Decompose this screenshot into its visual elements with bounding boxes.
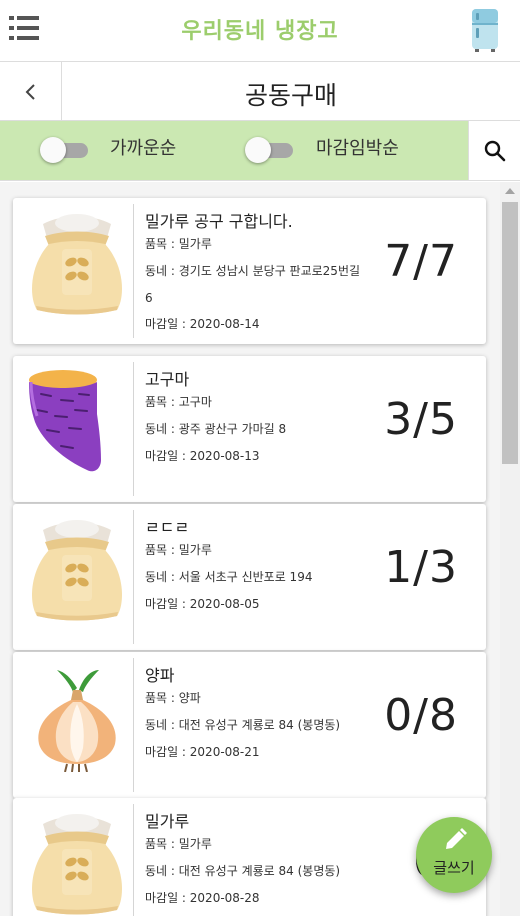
toggle-knob — [40, 137, 66, 163]
post-area: 동네 : 서울 서초구 신반포로 194 — [145, 570, 313, 584]
flour-sack-image — [21, 806, 133, 916]
search-icon — [484, 140, 505, 161]
fridge-icon[interactable] — [470, 8, 500, 52]
participant-count: 7/7 — [384, 236, 458, 287]
sort-deadline-label: 마감임박순 — [316, 138, 399, 159]
card-divider — [133, 510, 134, 644]
post-list: 밀가루 공구 구합니다. 품목 : 밀가루 동네 : 경기도 성남시 분당구 판… — [0, 182, 500, 916]
write-post-button[interactable]: 글쓰기 — [416, 817, 492, 893]
post-area: 동네 : 경기도 성남시 분당구 판교로25번길 — [145, 264, 361, 278]
pencil-icon — [446, 828, 467, 849]
sort-nearest-toggle[interactable] — [40, 137, 88, 163]
post-item: 품목 : 밀가루 — [145, 237, 212, 251]
sort-deadline-toggle[interactable] — [245, 137, 293, 163]
post-title: 밀가루 — [145, 812, 190, 831]
post-area: 동네 : 대전 유성구 계룡로 84 (봉명동) — [145, 864, 341, 878]
app-root: 우리동네 냉장고 공동구매 가까운순 마감임박순 밀가루 공구 구합니다. 품목… — [0, 0, 520, 916]
chevron-left-icon — [25, 83, 35, 100]
app-header: 우리동네 냉장고 — [0, 0, 520, 58]
flour-sack-image — [21, 206, 133, 318]
sub-header: 공동구매 — [0, 61, 520, 121]
card-divider — [133, 804, 134, 916]
back-button[interactable] — [0, 62, 62, 121]
post-title: 밀가루 공구 구합니다. — [145, 212, 293, 231]
post-title: ㄹㄷㄹ — [145, 518, 190, 537]
post-deadline: 마감일 : 2020-08-14 — [145, 317, 260, 331]
app-title: 우리동네 냉장고 — [181, 19, 339, 44]
post-deadline: 마감일 : 2020-08-05 — [145, 597, 260, 611]
participant-count: 1/3 — [384, 542, 458, 593]
filter-bar: 가까운순 마감임박순 — [0, 121, 520, 181]
post-area: 동네 : 광주 광산구 가마길 8 — [145, 422, 287, 436]
page-title: 공동구매 — [244, 81, 337, 110]
post-title: 고구마 — [145, 370, 190, 389]
post-card[interactable]: 밀가루 공구 구합니다. 품목 : 밀가루 동네 : 경기도 성남시 분당구 판… — [13, 198, 486, 344]
post-item: 품목 : 고구마 — [145, 395, 212, 409]
post-item: 품목 : 양파 — [145, 691, 201, 705]
onion-image — [21, 660, 133, 772]
post-area-cont: 6 — [145, 291, 153, 305]
flour-sack-image — [21, 512, 133, 624]
search-button[interactable] — [468, 121, 520, 180]
list-scrollbar[interactable] — [500, 182, 520, 916]
post-area: 동네 : 대전 유성구 계룡로 84 (봉명동) — [145, 718, 341, 732]
post-item: 품목 : 밀가루 — [145, 837, 212, 851]
scroll-thumb[interactable] — [502, 202, 518, 464]
scroll-up-arrow-icon[interactable] — [505, 188, 515, 194]
post-deadline: 마감일 : 2020-08-21 — [145, 745, 260, 759]
post-title: 양파 — [145, 666, 175, 685]
card-divider — [133, 362, 134, 496]
sweet-potato-image — [21, 364, 133, 476]
post-card[interactable]: ㄹㄷㄹ 품목 : 밀가루 동네 : 서울 서초구 신반포로 194 마감일 : … — [13, 504, 486, 650]
post-deadline: 마감일 : 2020-08-28 — [145, 891, 260, 905]
participant-count: 3/5 — [384, 394, 458, 445]
participant-count: 0/8 — [384, 690, 458, 741]
post-card[interactable]: 양파 품목 : 양파 동네 : 대전 유성구 계룡로 84 (봉명동) 마감일 … — [13, 652, 486, 798]
post-item: 품목 : 밀가루 — [145, 543, 212, 557]
post-card[interactable]: 고구마 품목 : 고구마 동네 : 광주 광산구 가마길 8 마감일 : 202… — [13, 356, 486, 502]
card-divider — [133, 204, 134, 338]
sort-nearest-label: 가까운순 — [110, 138, 177, 159]
card-divider — [133, 658, 134, 792]
write-post-label: 글쓰기 — [433, 859, 475, 877]
toggle-knob — [245, 137, 271, 163]
post-deadline: 마감일 : 2020-08-13 — [145, 449, 260, 463]
